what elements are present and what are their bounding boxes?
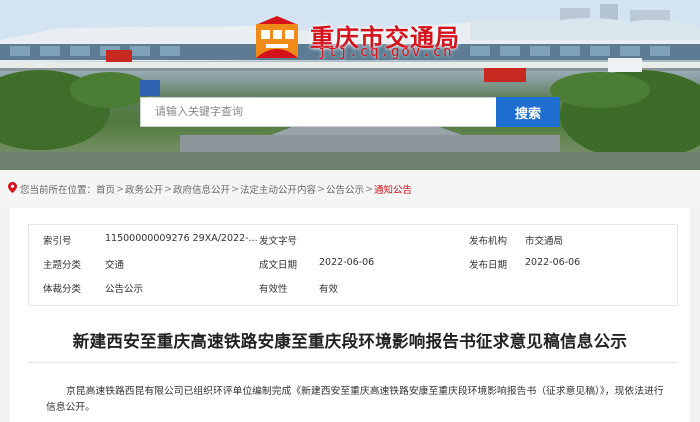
validity-value: 有效 bbox=[319, 284, 339, 295]
breadcrumb-separator: > bbox=[316, 183, 325, 195]
metadata-row: 主题分类 交通 成文日期 2022-06-06 发布日期 2022-06-06 bbox=[29, 257, 677, 277]
breadcrumb-item-statutory-content[interactable]: 法定主动公开内容 bbox=[240, 182, 316, 196]
published-date-label: 发布日期 bbox=[469, 260, 508, 271]
search-input[interactable] bbox=[140, 97, 496, 127]
index-value: 11500000009276 29XA/2022-... bbox=[105, 233, 258, 244]
search-bar: 搜索 bbox=[140, 97, 560, 127]
breadcrumb-item-info-disclosure[interactable]: 政府信息公开 bbox=[173, 182, 230, 196]
site-domain: jtj.cq.gov.cn bbox=[318, 44, 454, 60]
agency-label: 发布机构 bbox=[469, 236, 508, 247]
article-card: 索引号 11500000009276 29XA/2022-... 发文字号 发布… bbox=[10, 208, 690, 422]
article-title: 新建西安至重庆高速铁路安康至重庆段环境影响报告书征求意见稿信息公示 bbox=[72, 332, 628, 351]
metadata-row: 体裁分类 公告公示 有效性 有效 bbox=[29, 281, 677, 301]
title-divider bbox=[28, 362, 678, 363]
breadcrumb-item-gov-affairs[interactable]: 政务公开 bbox=[125, 182, 163, 196]
breadcrumb-item-announcements[interactable]: 公告公示 bbox=[326, 182, 364, 196]
breadcrumb-prefix: 您当前所在位置： bbox=[20, 185, 97, 196]
document-metadata-table: 索引号 11500000009276 29XA/2022-... 发文字号 发布… bbox=[28, 224, 678, 306]
topic-value: 交通 bbox=[105, 260, 125, 271]
location-pin-icon bbox=[8, 182, 17, 196]
search-button[interactable]: 搜索 bbox=[496, 97, 560, 127]
genre-value: 公告公示 bbox=[105, 284, 144, 295]
metadata-row: 索引号 11500000009276 29XA/2022-... 发文字号 发布… bbox=[29, 233, 677, 253]
breadcrumb: 您当前所在位置： 首页 > 政务公开 > 政府信息公开 > 法定主动公开内容 >… bbox=[0, 170, 700, 208]
published-date-value: 2022-06-06 bbox=[525, 257, 581, 268]
agency-value: 市交通局 bbox=[525, 236, 564, 247]
created-date-label: 成文日期 bbox=[259, 260, 298, 271]
breadcrumb-separator: > bbox=[231, 183, 239, 195]
breadcrumb-separator: > bbox=[164, 183, 172, 195]
breadcrumb-separator: > bbox=[116, 183, 124, 195]
breadcrumb-separator: > bbox=[364, 183, 373, 195]
article-body: 京昆高速铁路西昆有限公司已组织环评单位编制完成《新建西安至重庆高速铁路安康至重庆… bbox=[46, 386, 664, 413]
created-date-value: 2022-06-06 bbox=[319, 257, 375, 268]
validity-label: 有效性 bbox=[259, 284, 288, 295]
genre-label: 体裁分类 bbox=[43, 284, 82, 295]
doc-number-label: 发文字号 bbox=[259, 236, 298, 247]
breadcrumb-item-home[interactable]: 首页 bbox=[96, 182, 115, 196]
breadcrumb-current[interactable]: 通知公告 bbox=[374, 182, 412, 196]
topic-label: 主题分类 bbox=[43, 260, 82, 271]
header-banner: 重庆市交通局 jtj.cq.gov.cn 搜索 bbox=[0, 0, 700, 170]
logo-emblem-icon bbox=[252, 14, 302, 62]
index-label: 索引号 bbox=[43, 236, 72, 247]
